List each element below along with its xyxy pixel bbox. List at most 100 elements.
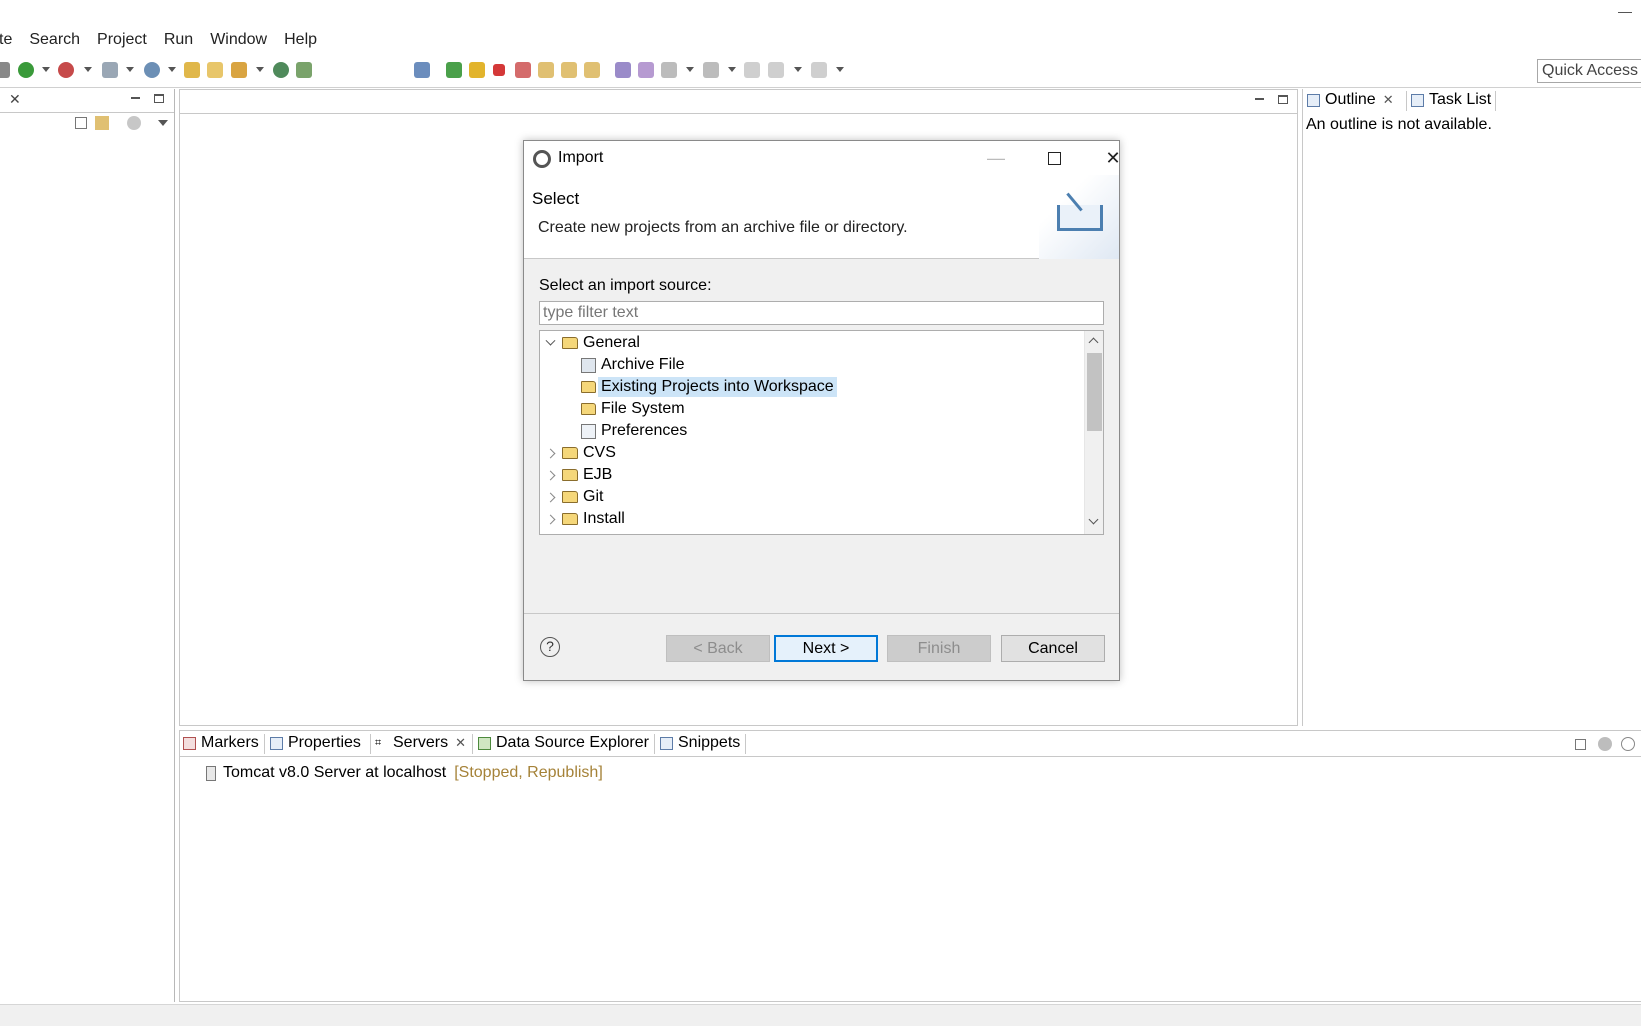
chevron-down-icon[interactable]: [84, 67, 92, 72]
tab-data-source-explorer[interactable]: Data Source Explorer: [478, 734, 649, 752]
maximize-icon[interactable]: [1278, 95, 1288, 104]
toggle-mark-icon[interactable]: [615, 62, 631, 78]
quick-access-input[interactable]: Quick Access: [1537, 59, 1641, 83]
forward-icon[interactable]: [811, 62, 827, 78]
next-button[interactable]: Next >: [774, 635, 878, 662]
chevron-down-icon[interactable]: [836, 67, 844, 72]
chevron-right-icon[interactable]: [545, 514, 556, 524]
finish-button[interactable]: Finish: [887, 635, 991, 662]
cancel-button[interactable]: Cancel: [1001, 635, 1105, 662]
tree-item-file-system[interactable]: File System: [581, 398, 685, 420]
close-button[interactable]: ✕: [1089, 141, 1137, 175]
close-icon[interactable]: ✕: [455, 735, 466, 751]
menu-window[interactable]: Window: [210, 31, 267, 49]
last-edit-icon[interactable]: [744, 62, 760, 78]
tab-markers[interactable]: Markers: [183, 734, 259, 752]
skip-breakpoints-icon[interactable]: [414, 62, 430, 78]
minimize-button[interactable]: —: [972, 141, 1020, 175]
chevron-right-icon[interactable]: [545, 448, 556, 458]
chevron-down-icon[interactable]: [728, 67, 736, 72]
chevron-down-icon[interactable]: [168, 67, 176, 72]
tree-item-general[interactable]: General: [545, 332, 640, 354]
status-bar: [0, 1004, 1641, 1026]
menu-search[interactable]: Search: [29, 31, 80, 49]
menu-edit[interactable]: te: [0, 31, 12, 49]
debug-server-icon[interactable]: [1598, 737, 1612, 751]
tree-item-ejb[interactable]: EJB: [545, 464, 612, 486]
project-folder-icon: [581, 381, 596, 393]
help-button[interactable]: ?: [540, 637, 560, 657]
tree-scrollbar[interactable]: [1084, 331, 1103, 534]
minimize-icon[interactable]: [1255, 98, 1264, 100]
coverage-icon[interactable]: [58, 62, 74, 78]
tree-item-existing-projects[interactable]: Existing Projects into Workspace: [581, 376, 837, 398]
tab-task-list[interactable]: Task List: [1411, 91, 1491, 109]
footer-divider: [524, 613, 1119, 614]
step-return-icon[interactable]: [584, 62, 600, 78]
tab-servers[interactable]: ⌗ Servers ✕: [375, 734, 466, 752]
chevron-down-icon[interactable]: [42, 67, 50, 72]
archive-icon: [581, 357, 596, 373]
tab-snippets[interactable]: Snippets: [660, 734, 740, 752]
suspend-icon[interactable]: [469, 62, 485, 78]
start-server-icon[interactable]: [1621, 737, 1635, 751]
tab-separator: [654, 734, 655, 754]
tree-item-install[interactable]: Install: [545, 508, 625, 530]
back-icon[interactable]: [768, 62, 784, 78]
run-icon[interactable]: [18, 62, 34, 78]
tree-item-cvs[interactable]: CVS: [545, 442, 616, 464]
resume-icon[interactable]: [446, 62, 462, 78]
chevron-right-icon[interactable]: [545, 470, 556, 480]
open-type-icon[interactable]: [184, 62, 200, 78]
step-over-icon[interactable]: [561, 62, 577, 78]
filter-icon[interactable]: [127, 116, 141, 130]
scroll-down-icon[interactable]: [1088, 514, 1099, 525]
disconnect-icon[interactable]: [515, 62, 531, 78]
next-annotation-icon[interactable]: [661, 62, 677, 78]
external-tools-icon[interactable]: [102, 62, 118, 78]
chevron-right-icon[interactable]: [545, 492, 556, 502]
new-server-icon[interactable]: [144, 62, 160, 78]
close-icon[interactable]: ✕: [1383, 92, 1394, 108]
window-minimize-icon[interactable]: [1618, 12, 1632, 13]
scroll-up-icon[interactable]: [1088, 337, 1099, 348]
web-service-icon[interactable]: [296, 62, 312, 78]
menu-bar: te Search Project Run Window Help: [0, 28, 1641, 52]
tree-item-label: Git: [583, 488, 604, 505]
tree-item-preferences[interactable]: Preferences: [581, 420, 687, 442]
link-editor-icon[interactable]: [95, 116, 109, 130]
view-menu-icon[interactable]: [158, 120, 168, 126]
chevron-down-icon[interactable]: [686, 67, 694, 72]
back-button[interactable]: < Back: [666, 635, 770, 662]
menu-help[interactable]: Help: [284, 31, 317, 49]
open-folder-icon[interactable]: [207, 62, 223, 78]
chevron-down-icon[interactable]: [794, 67, 802, 72]
collapse-all-icon[interactable]: [75, 117, 87, 129]
chevron-down-icon[interactable]: [126, 67, 134, 72]
tree-item-archive-file[interactable]: Archive File: [581, 354, 685, 376]
outline-message: An outline is not available.: [1306, 116, 1492, 133]
close-icon[interactable]: ✕: [9, 91, 21, 108]
chevron-down-icon[interactable]: [545, 335, 556, 346]
globe-icon[interactable]: [273, 62, 289, 78]
collapse-all-icon[interactable]: [1575, 739, 1586, 750]
tab-outline[interactable]: Outline ✕: [1307, 91, 1394, 109]
terminate-icon[interactable]: [493, 64, 505, 76]
server-row[interactable]: Tomcat v8.0 Server at localhost [Stopped…: [206, 764, 603, 782]
scroll-thumb[interactable]: [1087, 353, 1102, 431]
chevron-down-icon[interactable]: [256, 67, 264, 72]
tab-properties[interactable]: Properties: [270, 734, 361, 752]
filter-input[interactable]: [539, 301, 1104, 325]
menu-project[interactable]: Project: [97, 31, 147, 49]
search-icon[interactable]: [231, 62, 247, 78]
menu-run[interactable]: Run: [164, 31, 193, 49]
import-source-tree[interactable]: General Archive File Existing Projects i…: [539, 330, 1104, 535]
toggle-occurrences-icon[interactable]: [638, 62, 654, 78]
tree-item-git[interactable]: Git: [545, 486, 604, 508]
prev-annotation-icon[interactable]: [703, 62, 719, 78]
tool-icon[interactable]: [0, 62, 10, 78]
step-into-icon[interactable]: [538, 62, 554, 78]
minimize-icon[interactable]: [131, 97, 140, 99]
maximize-button[interactable]: [1030, 141, 1078, 175]
maximize-icon[interactable]: [154, 94, 164, 103]
